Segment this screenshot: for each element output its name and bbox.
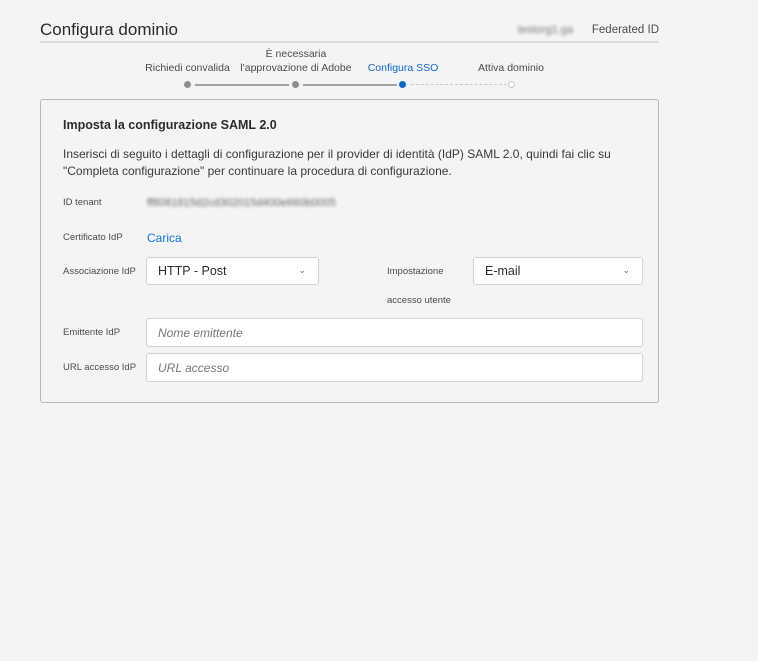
id-type: Federated ID — [591, 24, 659, 36]
tenant-label: ID tenant — [63, 197, 102, 208]
step-label-line1: È necessaria — [265, 48, 327, 60]
binding-select[interactable]: HTTP - Post ⌄ — [146, 257, 319, 285]
step-dot-done — [292, 81, 299, 88]
upload-cert-link[interactable]: Carica — [147, 231, 182, 245]
binding-value: HTTP - Post — [158, 264, 227, 278]
login-label-line2: accesso utente — [387, 295, 451, 306]
login-url-input[interactable] — [146, 353, 643, 382]
step-connector — [303, 84, 397, 86]
saml-config-card: Imposta la configurazione SAML 2.0 Inser… — [40, 99, 659, 403]
chevron-down-icon: ⌄ — [298, 265, 306, 275]
card-description: Inserisci di seguito i dettagli di confi… — [63, 147, 611, 178]
tenant-value: ff8081815d2cd302015d400e660b0005 — [147, 197, 336, 209]
login-setting-select[interactable]: E-mail ⌄ — [473, 257, 643, 285]
org-name: testorg1.ga — [517, 24, 573, 36]
step-approvazione: È necessaria l'approvazione di Adobe — [236, 47, 356, 75]
login-label: Impostazione accesso utente — [387, 266, 451, 306]
url-label: URL accesso IdP — [63, 362, 137, 373]
step-dot-pending — [508, 81, 515, 88]
step-configura-sso: Configura SSO — [367, 62, 439, 74]
cert-label: Certificato IdP — [63, 232, 123, 243]
step-richiedi-convalida: Richiedi convalida — [145, 62, 230, 74]
step-connector — [195, 84, 289, 86]
issuer-label: Emittente IdP — [63, 327, 121, 338]
card-title: Imposta la configurazione SAML 2.0 — [63, 118, 277, 132]
login-label-line1: Impostazione — [387, 266, 444, 277]
binding-label: Associazione IdP — [63, 266, 136, 277]
page-title: Configura dominio — [40, 20, 178, 39]
step-dot-done — [184, 81, 191, 88]
step-dot-current — [399, 81, 406, 88]
step-attiva-dominio: Attiva dominio — [478, 62, 544, 74]
login-setting-value: E-mail — [485, 264, 521, 278]
chevron-down-icon: ⌄ — [622, 265, 630, 275]
issuer-input[interactable] — [146, 318, 643, 347]
step-connector-pending — [411, 84, 507, 85]
step-label-line2: l'approvazione di Adobe — [240, 62, 352, 74]
page-header: Configura dominio testorg1.ga Federated … — [40, 20, 659, 43]
